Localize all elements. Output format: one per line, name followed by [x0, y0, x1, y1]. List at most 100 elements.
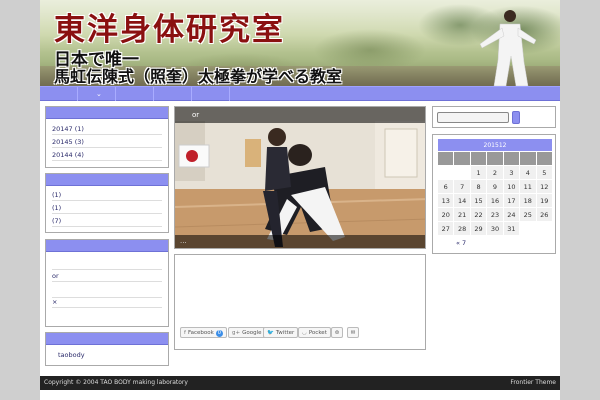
calendar-day: 9	[486, 179, 504, 194]
archive-link[interactable]: 20144 (4)	[52, 149, 162, 161]
slider-caption-bottom	[175, 235, 425, 248]
weekday-header	[502, 151, 521, 166]
categories-widget-header	[46, 174, 168, 186]
google-plus-share-button[interactable]: g+ Google	[228, 327, 266, 338]
twitter-share-label: Twitter	[275, 330, 295, 336]
slider-photo[interactable]	[175, 107, 425, 248]
site-title[interactable]: 東洋身体研究室	[54, 4, 285, 49]
calendar-day: 3	[502, 165, 521, 180]
footer-theme-credit[interactable]: Frontier Theme	[510, 376, 556, 390]
recent-post-link[interactable]: ×	[52, 296, 162, 308]
pocket-share-label: Pocket	[308, 330, 327, 336]
calendar-day: 8	[469, 179, 488, 194]
calendar-day: 31	[502, 221, 521, 236]
nav-item-4[interactable]	[154, 87, 192, 101]
calendar-table: 201512 12345 6 7 8 9 10 11 12 13 14 15 16 17 18 19 2…	[436, 138, 554, 250]
tai-chi-figure-image	[479, 10, 537, 86]
weekday-header	[486, 151, 504, 166]
google-plus-icon: g+	[232, 330, 241, 336]
tagline-line2: 馬虹伝陳式（照奎）太極拳が学べる教室	[54, 67, 343, 86]
recent-post-empty	[52, 258, 162, 270]
calendar-day: 7	[453, 179, 471, 194]
twitter-icon: 🐦	[267, 330, 274, 336]
recent-post-link[interactable]: or	[52, 270, 162, 282]
nav-item-5[interactable]	[192, 87, 230, 101]
tag-link[interactable]: taobody	[58, 351, 85, 359]
tags-widget: taobody	[45, 332, 169, 366]
calendar-day: 15	[469, 193, 488, 208]
calendar-day: 4	[519, 165, 537, 180]
search-button[interactable]	[512, 111, 520, 124]
calendar-day: 29	[469, 221, 488, 236]
calendar-day: 13	[436, 193, 455, 208]
twitter-share-button[interactable]: 🐦 Twitter	[263, 327, 299, 338]
archive-link[interactable]: 20147 (1)	[52, 123, 162, 135]
calendar-day	[519, 221, 537, 236]
calendar-day: 19	[535, 193, 554, 208]
calendar-day	[453, 165, 471, 180]
facebook-share-count: 0	[215, 330, 223, 337]
slider-caption-title[interactable]: or	[192, 111, 199, 119]
category-link[interactable]: (7)	[52, 215, 162, 227]
weekday-header	[453, 151, 471, 166]
archive-link[interactable]: 20145 (3)	[52, 136, 162, 148]
nav-item-1[interactable]	[40, 87, 78, 101]
pocket-share-button[interactable]: ◡ Pocket	[298, 327, 331, 338]
calendar-day	[535, 221, 554, 236]
search-input[interactable]	[437, 112, 509, 123]
bookmark-icon: ⊜	[334, 330, 340, 336]
facebook-icon: f	[184, 330, 186, 336]
chevron-down-icon: ⌄	[96, 90, 102, 98]
calendar-day: 2	[486, 165, 504, 180]
archives-widget-header	[46, 107, 168, 119]
calendar-prev-month-link[interactable]: « 7	[437, 235, 553, 250]
calendar-day: 26	[535, 207, 554, 222]
category-link[interactable]: (1)	[52, 189, 162, 201]
calendar-day: 14	[453, 193, 471, 208]
calendar-day: 11	[519, 179, 537, 194]
recent-posts-widget: or ×	[45, 239, 169, 327]
search-widget	[432, 106, 556, 128]
calendar-day: 6	[436, 179, 455, 194]
calendar-day: 27	[436, 221, 455, 236]
post-content-box: f Facebook 0 g+ Google 🐦 Twitter ◡ Pocket ⊜ ✉	[174, 254, 426, 350]
slider-caption-top	[175, 107, 425, 123]
facebook-share-button[interactable]: f Facebook 0	[180, 327, 227, 338]
slider-photo-scene	[175, 107, 425, 248]
footer-copyright: Copyright © 2004 TAO BODY making laborat…	[44, 379, 188, 386]
calendar-day: 25	[519, 207, 537, 222]
weekday-header	[436, 151, 455, 166]
pocket-icon: ◡	[302, 330, 307, 336]
calendar-day: 23	[486, 207, 504, 222]
bookmark-share-button[interactable]: ⊜	[331, 327, 343, 338]
calendar-day: 28	[453, 221, 471, 236]
calendar-widget: 201512 12345 6 7 8 9 10 11 12 13 14 15 16 17 18 19 2…	[432, 134, 556, 254]
featured-slider[interactable]: or ...	[174, 106, 426, 249]
calendar-day: 16	[486, 193, 504, 208]
calendar-day: 22	[469, 207, 488, 222]
calendar-day: 20	[436, 207, 455, 222]
weekday-header	[519, 151, 537, 166]
page: 東洋身体研究室 日本で唯一 馬虹伝陳式（照奎）太極拳が学べる教室 ⌄ 20147…	[40, 0, 560, 400]
calendar-day: 1	[469, 165, 488, 180]
facebook-share-label: Facebook	[187, 330, 214, 336]
slider-read-more[interactable]: ...	[180, 237, 187, 245]
nav-item-2[interactable]: ⌄	[78, 87, 116, 101]
calendar-day: 30	[486, 221, 504, 236]
calendar-day: 12	[535, 179, 554, 194]
calendar-day	[436, 165, 455, 180]
email-share-button[interactable]: ✉	[347, 327, 359, 338]
categories-widget: (1) (1) (7)	[45, 173, 169, 233]
email-icon: ✉	[350, 330, 356, 336]
calendar-caption: 201512	[437, 138, 553, 152]
google-share-label: Google	[242, 330, 262, 336]
calendar-day: 10	[502, 179, 521, 194]
site-footer: Copyright © 2004 TAO BODY making laborat…	[40, 376, 560, 390]
site-header[interactable]: 東洋身体研究室 日本で唯一 馬虹伝陳式（照奎）太極拳が学べる教室	[40, 0, 560, 86]
calendar-day: 17	[502, 193, 521, 208]
weekday-header	[535, 151, 554, 166]
calendar-day: 24	[502, 207, 521, 222]
nav-item-3[interactable]	[116, 87, 154, 101]
category-link[interactable]: (1)	[52, 202, 162, 214]
calendar-day: 21	[453, 207, 471, 222]
